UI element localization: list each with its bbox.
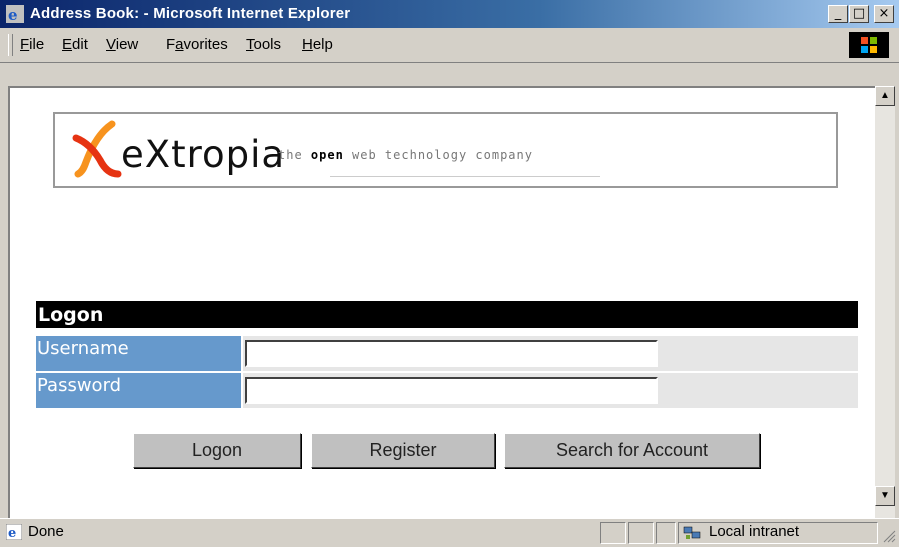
- zone-pane: Local intranet: [678, 522, 878, 544]
- resize-grip-icon[interactable]: [882, 529, 896, 543]
- logo-tagline: the open web technology company: [278, 148, 533, 162]
- maximize-icon: □: [852, 6, 866, 21]
- search-for-account-button[interactable]: Search for Account: [504, 433, 760, 468]
- menu-edit[interactable]: Edit: [62, 36, 88, 53]
- ie-logo-icon: e: [6, 5, 24, 23]
- logon-header: Logon: [36, 301, 858, 328]
- status-pane-2: [628, 522, 654, 544]
- close-button[interactable]: ×: [874, 5, 894, 23]
- zone-text: Local intranet: [709, 523, 800, 540]
- menu-help[interactable]: Help: [302, 36, 333, 53]
- close-icon: ×: [878, 6, 890, 21]
- status-text: Done: [28, 523, 64, 540]
- password-field-cell: [243, 373, 858, 408]
- page-status-icon: e: [6, 524, 22, 540]
- logo-underline: [330, 176, 600, 177]
- window-title: Address Book: - Microsoft Internet Explo…: [30, 5, 351, 22]
- scroll-up-button[interactable]: ▲: [875, 86, 895, 106]
- maximize-button[interactable]: □: [849, 5, 869, 23]
- status-pane-1: [600, 522, 626, 544]
- menu-bar: File Edit View Favorites Tools Help: [0, 28, 899, 63]
- minimize-button[interactable]: _: [828, 5, 848, 23]
- password-label: Password: [36, 373, 241, 408]
- svg-text:e: e: [8, 6, 18, 23]
- status-pane-3: [656, 522, 676, 544]
- password-input[interactable]: [245, 377, 658, 404]
- menu-view[interactable]: View: [106, 36, 138, 53]
- username-input[interactable]: [245, 340, 658, 367]
- vertical-scrollbar[interactable]: ▲ ▼: [875, 86, 895, 518]
- extropia-logo-icon: [72, 120, 122, 178]
- menu-tools[interactable]: Tools: [246, 36, 281, 53]
- arrow-up-icon: ▲: [880, 90, 890, 101]
- windows-logo-icon: [849, 32, 889, 58]
- username-field-cell: [243, 336, 858, 371]
- local-intranet-icon: [683, 526, 701, 539]
- logon-button[interactable]: Logon: [133, 433, 301, 468]
- username-label: Username: [36, 336, 241, 371]
- menu-file[interactable]: File: [20, 36, 44, 53]
- minimize-icon: _: [834, 6, 842, 21]
- menu-favorites[interactable]: Favorites: [166, 36, 228, 53]
- arrow-down-icon: ▼: [880, 490, 890, 501]
- logo-wordmark: eXtropia: [121, 133, 286, 176]
- scroll-down-button[interactable]: ▼: [875, 486, 895, 506]
- status-bar: e Done Local intranet: [0, 518, 899, 547]
- menu-grip: [8, 34, 13, 56]
- register-button[interactable]: Register: [311, 433, 495, 468]
- svg-text:e: e: [8, 526, 16, 540]
- title-bar[interactable]: e Address Book: - Microsoft Internet Exp…: [0, 0, 899, 28]
